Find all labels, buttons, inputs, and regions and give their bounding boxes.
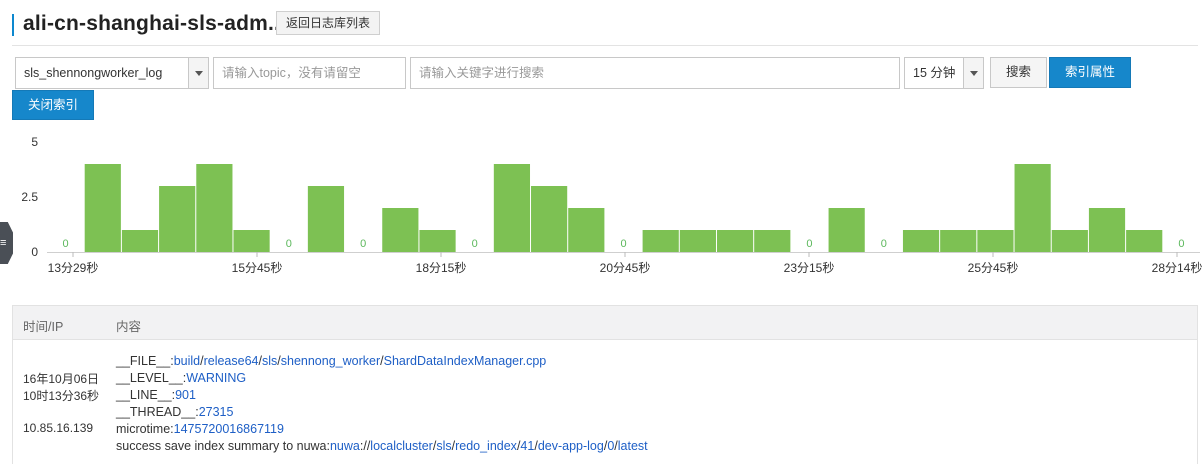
histogram-bar[interactable] — [307, 186, 345, 252]
page-title: ali-cn-shanghai-sls-adm... — [23, 12, 287, 35]
log-value-separator: :// — [359, 439, 371, 453]
zero-count-label: 0 — [881, 238, 887, 250]
log-field: success save index summary to nuwa:nuwa:… — [116, 439, 648, 453]
histogram-bar[interactable] — [159, 186, 196, 252]
histogram-bar[interactable] — [493, 164, 531, 252]
topic-input[interactable]: 请输入topic，没有请留空 — [213, 57, 406, 89]
histogram-bar[interactable] — [642, 230, 679, 252]
histogram-bar[interactable] — [1088, 208, 1126, 252]
log-field-key: microtime: — [116, 422, 174, 436]
histogram-bar[interactable] — [84, 164, 121, 252]
logstore-select-value: sls_shennongworker_log — [24, 66, 163, 80]
y-tick-label: 2.5 — [21, 190, 38, 204]
log-value-token[interactable]: ShardDataIndexManager.cpp — [384, 354, 547, 368]
histogram-bar[interactable] — [531, 186, 568, 252]
logstore-select[interactable]: sls_shennongworker_log — [15, 57, 209, 89]
histogram-bar[interactable] — [196, 164, 233, 252]
back-to-logstore-list-button[interactable]: 返回日志库列表 — [276, 11, 381, 35]
time-ip-column-header: 时间/IP — [23, 320, 64, 334]
index-attributes-button[interactable]: 索引属性 — [1049, 57, 1131, 88]
log-value-token[interactable]: localcluster — [370, 439, 433, 453]
log-value-token[interactable]: 1475720016867119 — [174, 422, 284, 436]
histogram-bar[interactable] — [233, 230, 270, 252]
chevron-down-icon[interactable] — [188, 58, 208, 88]
log-value-token[interactable]: sls — [262, 354, 277, 368]
histogram-bar[interactable] — [902, 230, 940, 252]
histogram-bar[interactable] — [977, 230, 1014, 252]
histogram-bar[interactable] — [716, 230, 754, 252]
log-table-header: 时间/IP 内容 — [13, 306, 1197, 340]
x-tick-label: 23分15秒 — [784, 261, 835, 275]
log-ip: 10.85.16.139 — [23, 421, 94, 435]
zero-count-label: 0 — [286, 238, 292, 250]
histogram-bar[interactable] — [1126, 230, 1163, 252]
log-field: __LEVEL__:WARNING — [116, 371, 246, 385]
log-value-token[interactable]: shennong_worker — [281, 354, 380, 368]
zero-count-label: 0 — [360, 238, 366, 250]
x-tick-label: 25分45秒 — [968, 261, 1019, 275]
log-field-key: __THREAD__: — [116, 405, 199, 419]
content-column-header: 内容 — [116, 320, 142, 334]
histogram-bar[interactable] — [419, 230, 456, 252]
histogram-bar[interactable] — [1014, 164, 1051, 252]
search-button[interactable]: 搜索 — [990, 57, 1047, 88]
log-value-token[interactable]: dev-app-log — [538, 439, 604, 453]
log-value-token[interactable]: release64 — [204, 354, 259, 368]
log-field-key: __LINE__: — [116, 388, 176, 402]
time-range-select-value: 15 分钟 — [913, 66, 956, 80]
histogram-bar[interactable] — [940, 230, 977, 252]
log-value-token[interactable]: nuwa — [330, 439, 360, 453]
log-field: microtime:1475720016867119 — [116, 422, 284, 436]
keyword-search-input[interactable]: 请输入关键字进行搜索 — [410, 57, 900, 89]
log-value-token[interactable]: 901 — [175, 388, 196, 402]
log-field-key: __LEVEL__: — [116, 371, 187, 385]
zero-count-label: 0 — [1178, 238, 1184, 250]
histogram-bar[interactable] — [121, 230, 159, 252]
y-tick-label: 5 — [31, 135, 38, 149]
log-field: __THREAD__:27315 — [116, 405, 233, 419]
log-count-histogram: 5 2.5 0 0 0 0 0 0 0 0 0 13分29秒 15分45秒 18分15秒 20分45秒 23分… — [21, 135, 1202, 275]
chevron-down-icon[interactable] — [963, 58, 983, 88]
histogram-bar[interactable] — [568, 208, 605, 252]
x-tick-label: 13分29秒 — [48, 261, 99, 275]
log-value-token[interactable]: WARNING — [186, 371, 246, 385]
histogram-bar[interactable] — [828, 208, 865, 252]
time-range-select[interactable]: 15 分钟 — [904, 57, 984, 89]
title-accent-bar — [12, 14, 14, 36]
y-tick-label: 0 — [31, 245, 38, 259]
page-header: ali-cn-shanghai-sls-adm... 返回日志库列表 — [12, 8, 1198, 46]
log-value-token[interactable]: sls — [436, 439, 451, 453]
log-time: 10时13分36秒 — [23, 389, 100, 403]
x-tick-label: 20分45秒 — [600, 261, 651, 275]
log-value-token[interactable]: build — [174, 354, 200, 368]
close-index-button[interactable]: 关闭索引 — [12, 90, 94, 120]
histogram-bar[interactable] — [1051, 230, 1088, 252]
log-results-table: 时间/IP 内容 16年10月06日 10时13分36秒 10.85.16.13… — [12, 305, 1198, 464]
log-field-key: success save index summary to nuwa: — [116, 439, 330, 453]
log-field-key: __FILE__: — [116, 354, 174, 368]
zero-count-label: 0 — [472, 238, 478, 250]
histogram-bar[interactable] — [679, 230, 716, 252]
zero-count-label: 0 — [620, 238, 626, 250]
log-field: __FILE__:build/release64/sls/shennong_wo… — [116, 354, 546, 368]
histogram-bar[interactable] — [754, 230, 791, 252]
zero-count-label: 0 — [63, 238, 69, 250]
histogram-bar[interactable] — [382, 208, 419, 252]
log-field: __LINE__:901 — [116, 388, 196, 402]
x-tick-label: 28分14秒 — [1152, 261, 1202, 275]
log-value-token[interactable]: 27315 — [199, 405, 234, 419]
log-value-token[interactable]: 41 — [520, 439, 534, 453]
zero-count-label: 0 — [806, 238, 812, 250]
log-value-token[interactable]: redo_index — [455, 439, 517, 453]
log-date: 16年10月06日 — [23, 372, 100, 386]
x-tick-label: 15分45秒 — [232, 261, 283, 275]
log-value-token[interactable]: latest — [618, 439, 648, 453]
x-tick-label: 18分15秒 — [416, 261, 467, 275]
